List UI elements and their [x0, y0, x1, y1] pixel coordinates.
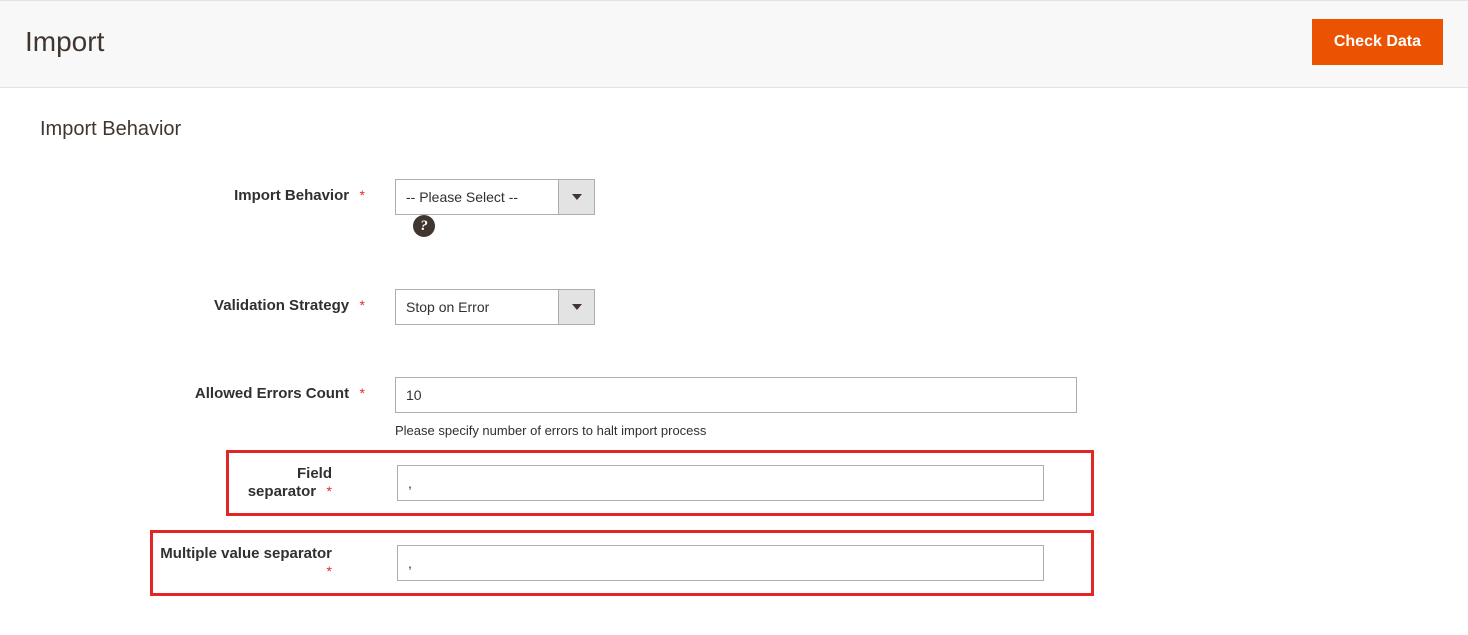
select-value: -- Please Select -- — [396, 180, 558, 214]
required-mark: * — [360, 187, 365, 203]
check-data-button[interactable]: Check Data — [1312, 19, 1443, 65]
label-wrap: Import Behavior * — [40, 179, 395, 205]
label-multiple-value-separator: Multiple value separator — [160, 545, 332, 562]
select-value: Stop on Error — [396, 290, 558, 324]
control-validation-strategy: Stop on Error — [395, 289, 595, 325]
select-import-behavior[interactable]: -- Please Select -- — [395, 179, 595, 215]
label-wrap: Multiple value separator * — [153, 545, 362, 581]
input-multiple-value-separator[interactable] — [397, 545, 1044, 581]
label-allowed-errors: Allowed Errors Count — [195, 385, 349, 402]
help-icon[interactable]: ? — [413, 215, 435, 237]
required-mark: * — [327, 563, 332, 579]
chevron-down-icon — [558, 180, 594, 214]
highlight-multiple-value-separator: Multiple value separator * — [150, 530, 1094, 596]
label-wrap: Allowed Errors Count * — [40, 377, 395, 403]
label-wrap: Field separator * — [229, 465, 362, 501]
label-validation-strategy: Validation Strategy — [214, 297, 349, 314]
page-header: Import Check Data — [0, 0, 1468, 88]
chevron-down-icon — [558, 290, 594, 324]
select-validation-strategy[interactable]: Stop on Error — [395, 289, 595, 325]
control-allowed-errors: Please specify number of errors to halt … — [395, 377, 1077, 438]
label-wrap: Validation Strategy * — [40, 289, 395, 315]
fieldset-legend: Import Behavior — [40, 118, 1443, 141]
row-validation-strategy: Validation Strategy * Stop on Error — [40, 289, 1443, 325]
page-title: Import — [25, 26, 104, 58]
note-allowed-errors: Please specify number of errors to halt … — [395, 423, 1077, 438]
required-mark: * — [327, 483, 332, 499]
label-field-separator: Field separator — [248, 465, 332, 500]
required-mark: * — [360, 385, 365, 401]
content-area: Import Behavior Import Behavior * -- Ple… — [0, 88, 1468, 635]
input-field-separator[interactable] — [397, 465, 1044, 501]
highlight-field-separator: Field separator * — [226, 450, 1094, 516]
row-import-behavior: Import Behavior * -- Please Select -- ? — [40, 179, 1443, 237]
control-multiple-value-separator — [362, 545, 1044, 581]
row-allowed-errors: Allowed Errors Count * Please specify nu… — [40, 377, 1443, 438]
control-import-behavior: -- Please Select -- ? — [395, 179, 595, 237]
control-field-separator — [362, 465, 1044, 501]
label-import-behavior: Import Behavior — [234, 187, 349, 204]
required-mark: * — [360, 297, 365, 313]
input-allowed-errors[interactable] — [395, 377, 1077, 413]
